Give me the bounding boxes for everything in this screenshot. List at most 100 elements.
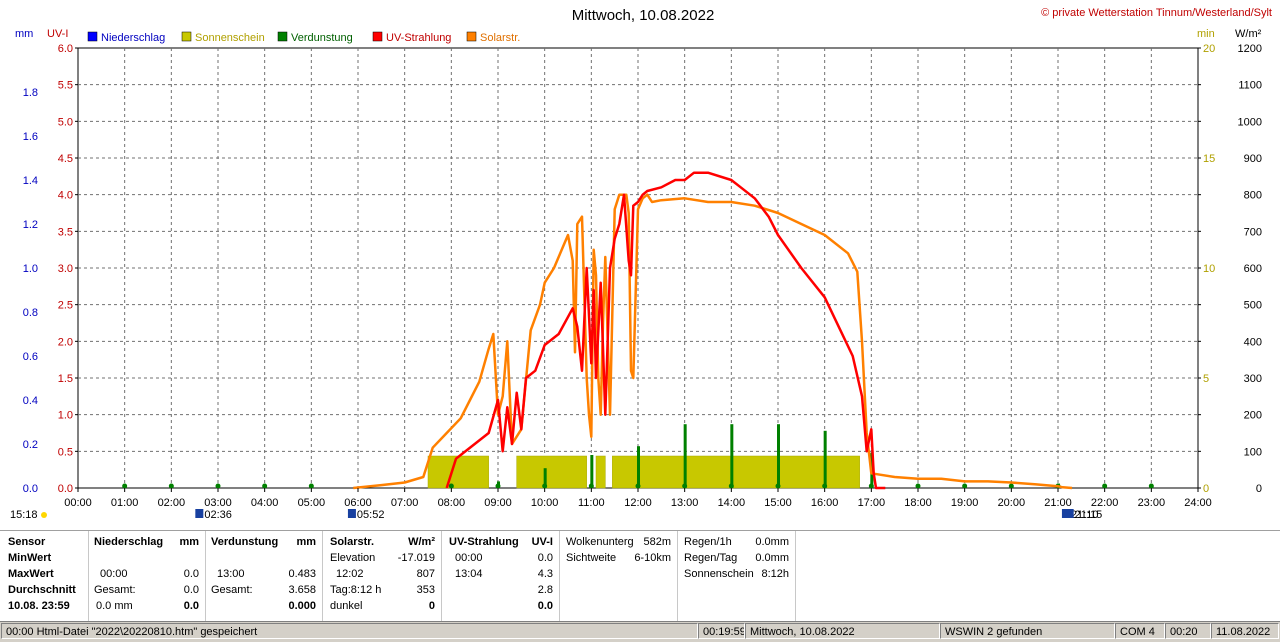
regen-1h-value: 0.0mm <box>755 536 789 548</box>
tick-label-uv: 5.0 <box>58 116 73 128</box>
status-port: COM 4 <box>1115 623 1165 639</box>
sensor-row-max: MaxWert <box>8 568 54 580</box>
x-tick-label: 12:00 <box>624 497 652 509</box>
tick-label-wm2: 1000 <box>1238 116 1262 128</box>
solar-max-time: 12:02 <box>336 568 364 580</box>
tick-label-mm: 1.2 <box>23 219 38 231</box>
statistics-panel: Sensor MinWert MaxWert Durchschnitt 10.0… <box>0 530 1280 622</box>
sun-event-label: 15:18 <box>10 509 38 521</box>
tick-label-min: 15 <box>1203 153 1215 165</box>
tick-label-uv: 6.0 <box>58 43 73 55</box>
tick-label-wm2: 700 <box>1244 226 1262 238</box>
sichtweite-label: Sichtweite <box>566 552 617 564</box>
legend-label: Sonnenschein <box>195 32 265 44</box>
niederschlag-max-value: 0.0 <box>183 568 199 580</box>
x-tick-label: 10:00 <box>531 497 559 509</box>
x-tick-label: 13:00 <box>671 497 699 509</box>
stats-verdunstung-column: Verdunstung mm 13:00 0.483 Gesamt: 3.658… <box>205 531 323 622</box>
evaporation-marker <box>168 483 174 489</box>
tick-label-wm2: 900 <box>1244 153 1262 165</box>
tick-label-mm: 1.6 <box>23 131 38 143</box>
x-tick-label: 06:00 <box>344 497 372 509</box>
verdunstung-unit: mm <box>296 536 316 548</box>
tick-label-min: 5 <box>1203 373 1209 385</box>
x-tick-label: 08:00 <box>438 497 466 509</box>
x-tick-label: 22:00 <box>1091 497 1119 509</box>
regen-tag-label: Regen/Tag <box>684 552 738 564</box>
evaporation-marker <box>1102 483 1108 489</box>
legend-label: Niederschlag <box>101 32 165 44</box>
x-tick-label: 18:00 <box>904 497 932 509</box>
tick-label-min: 0 <box>1203 483 1209 495</box>
tick-label-uv: 3.0 <box>58 263 73 275</box>
status-time: 00:19:59 <box>698 623 745 639</box>
tick-label-uv: 1.5 <box>58 373 73 385</box>
sun-icon <box>41 512 47 518</box>
evaporation-marker <box>962 483 968 489</box>
axis-label-uv: UV-I <box>47 28 68 40</box>
tick-label-uv: 2.5 <box>58 300 73 312</box>
tick-label-min: 20 <box>1203 43 1215 55</box>
evaporation-marker <box>1008 483 1014 489</box>
x-tick-label: 23:00 <box>1138 497 1166 509</box>
tick-label-wm2: 1200 <box>1238 43 1262 55</box>
sensor-row-current: 10.08. 23:59 <box>8 600 70 612</box>
evaporation-marker <box>728 483 734 489</box>
verdunstung-max-time: 13:00 <box>217 568 245 580</box>
x-tick-label: 17:00 <box>858 497 886 509</box>
sunshine-bar <box>612 455 860 489</box>
sunshine-bar <box>516 455 587 489</box>
weather-chart: Mittwoch, 10.08.2022 © private Wettersta… <box>10 7 1272 521</box>
tick-label-wm2: 500 <box>1244 300 1262 312</box>
x-tick-label: 03:00 <box>204 497 232 509</box>
niederschlag-current-value: 0.0 <box>183 600 199 612</box>
moon-icon <box>347 509 356 518</box>
evaporation-bar <box>823 430 827 488</box>
solar-current-label: dunkel <box>330 600 363 612</box>
solar-avg-value: 353 <box>416 584 435 596</box>
evaporation-marker <box>308 483 314 489</box>
sun-event-label: 05:52 <box>357 509 385 521</box>
niederschlag-total-value: 0.0 <box>183 584 199 596</box>
evaporation-bar <box>730 424 734 488</box>
x-tick-label: 04:00 <box>251 497 279 509</box>
niederschlag-max-time: 00:00 <box>100 568 128 580</box>
sichtweite-value: 6-10km <box>634 552 671 564</box>
evaporation-marker <box>542 483 548 489</box>
verdunstung-total-label: Gesamt: <box>211 584 253 596</box>
evaporation-marker <box>682 483 688 489</box>
niederschlag-total-label: Gesamt: <box>94 584 136 596</box>
uv-current-value: 0.0 <box>537 600 553 612</box>
x-tick-label: 16:00 <box>811 497 839 509</box>
wolken-value: 582m <box>643 536 671 548</box>
status-wswin: WSWIN 2 gefunden <box>940 623 1115 639</box>
sensor-header: Sensor <box>8 536 46 548</box>
evaporation-marker <box>495 483 501 489</box>
chart-title: Mittwoch, 10.08.2022 <box>572 7 715 24</box>
legend-label: UV-Strahlung <box>386 32 451 44</box>
tick-label-mm: 0.2 <box>23 439 38 451</box>
verdunstung-header: Verdunstung <box>211 536 279 548</box>
evaporation-marker <box>215 483 221 489</box>
stats-sensor-column: Sensor MinWert MaxWert Durchschnitt 10.0… <box>0 531 89 622</box>
evaporation-marker <box>262 483 268 489</box>
tick-label-wm2: 600 <box>1244 263 1262 275</box>
stats-uv-column: UV-Strahlung UV-I 00:00 0.0 13:04 4.3 2.… <box>441 531 560 622</box>
evaporation-bar <box>777 424 780 488</box>
solar-max-value: 807 <box>416 568 435 580</box>
tick-label-mm: 1.8 <box>23 87 38 99</box>
x-tick-label: 02:00 <box>158 497 186 509</box>
sensor-row-avg: Durchschnitt <box>8 584 76 596</box>
evaporation-marker <box>775 483 781 489</box>
moon-icon <box>1065 509 1074 518</box>
verdunstung-total-value: 3.658 <box>288 584 316 596</box>
solar-elevation-value: -17.019 <box>397 552 435 564</box>
axis-label-min: min <box>1197 28 1215 40</box>
status-current-date: 11.08.2022 <box>1211 623 1279 639</box>
evaporation-marker <box>588 483 594 489</box>
uv-min-value: 0.0 <box>537 552 553 564</box>
tick-label-uv: 3.5 <box>58 226 73 238</box>
solar-day-label: Tag:8:12 h <box>330 584 382 596</box>
x-tick-label: 15:00 <box>764 497 792 509</box>
verdunstung-max-value: 0.483 <box>288 568 316 580</box>
